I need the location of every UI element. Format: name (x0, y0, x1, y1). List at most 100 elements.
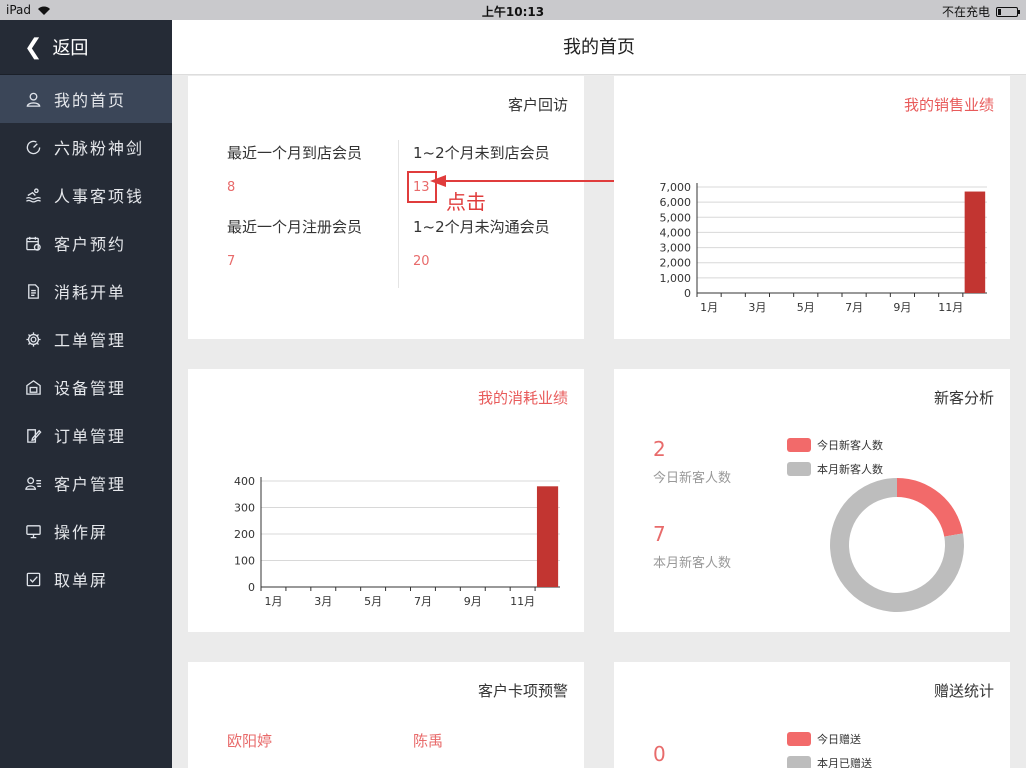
y-tick-label: 4,000 (660, 226, 692, 239)
visit-stat-label: 1~2个月未到店会员 (413, 144, 550, 162)
x-tick-label: 7月 (414, 595, 432, 608)
y-tick-label: 300 (234, 502, 255, 515)
x-tick-label: 1月 (700, 301, 718, 314)
back-button[interactable]: ❮ 返回 (0, 20, 172, 75)
document-icon (24, 282, 42, 300)
battery-icon (996, 6, 1020, 17)
charge-status: 不在充电 (941, 5, 990, 19)
sidebar-item-home[interactable]: 我的首页 (0, 75, 172, 123)
new-customer-card: 新客分析 2 今日新客人数 7 本月新客人数 今日新客人数 本月新客人数 (614, 369, 1010, 632)
customer-visit-card: 客户回访 最近一个月到店会员 8 1~2个月未到店会员 13 最近一个月注册会员… (188, 76, 584, 339)
visit-stat-label: 1~2个月未沟通会员 (413, 218, 550, 236)
sidebar-item-device[interactable]: 设备管理 (0, 363, 172, 411)
card-title: 客户卡项预警 (477, 682, 568, 700)
sidebar-item-label: 订单管理 (54, 427, 127, 446)
card-warning-card: 客户卡项预警 欧阳婷 陈禹 (188, 662, 584, 768)
legend-label: 本月已赠送 (817, 757, 872, 768)
visit-stat-label: 最近一个月注册会员 (227, 218, 363, 236)
sidebar-item-label: 取单屏 (54, 571, 109, 590)
sidebar-item-pickup-screen[interactable]: 取单屏 (0, 555, 172, 603)
warning-customer-name[interactable]: 陈禹 (413, 730, 443, 751)
new-customer-donut-chart (830, 478, 964, 612)
y-tick-label: 7,000 (660, 181, 692, 194)
annotation-arrow (430, 175, 620, 187)
bar (964, 191, 986, 293)
sidebar-item-label: 工单管理 (54, 331, 127, 350)
visit-stat-value[interactable]: 20 (413, 254, 430, 269)
sidebar-item-label: 客户预约 (54, 235, 127, 254)
calendar-icon (24, 234, 42, 252)
divider (398, 140, 399, 288)
sidebar-item-workorder[interactable]: 工单管理 (0, 315, 172, 363)
y-tick-label: 3,000 (660, 242, 692, 255)
sidebar-item-label: 六脉粉神剑 (54, 139, 145, 158)
x-tick-label: 3月 (314, 595, 332, 608)
donut-slice (897, 478, 963, 537)
customer-icon (24, 474, 42, 492)
gauge-icon (24, 138, 42, 156)
sidebar-item-label: 我的首页 (54, 91, 127, 110)
y-tick-label: 6,000 (660, 196, 692, 209)
sidebar-item-hr[interactable]: 人事客项钱 (0, 171, 172, 219)
sidebar-item-sword[interactable]: 六脉粉神剑 (0, 123, 172, 171)
y-tick-label: 5,000 (660, 211, 692, 224)
sidebar-item-label: 操作屏 (54, 523, 109, 542)
x-tick-label: 7月 (845, 301, 863, 314)
sales-chart-card: 我的销售业绩 0 1,000 2,000 3,000 4,000 5,000 6,000 7,… (614, 76, 1010, 339)
warning-customer-name[interactable]: 欧阳婷 (227, 730, 272, 751)
gift-stats-card: 赠送统计 0 今日赠送 本月已赠送 (614, 662, 1010, 768)
x-tick-label: 1月 (264, 595, 282, 608)
legend-label: 今日赠送 (817, 733, 861, 746)
checkbox-icon (24, 570, 42, 588)
monitor-icon (24, 522, 42, 540)
legend-item[interactable]: 今日赠送 (787, 731, 861, 747)
y-tick-label: 100 (234, 555, 255, 568)
card-title: 赠送统计 (933, 682, 994, 700)
status-time: 上午10:13 (481, 5, 545, 19)
visit-stat-label: 最近一个月到店会员 (227, 144, 363, 162)
x-tick-label: 5月 (364, 595, 382, 608)
edit-icon (24, 426, 42, 444)
y-tick-label: 200 (234, 528, 255, 541)
y-tick-label: 0 (684, 287, 691, 300)
sidebar-item-label: 设备管理 (54, 379, 127, 398)
user-icon (24, 90, 42, 108)
back-label: 返回 (52, 38, 89, 59)
sidebar-item-orders[interactable]: 订单管理 (0, 411, 172, 459)
sidebar-item-operation-screen[interactable]: 操作屏 (0, 507, 172, 555)
sidebar-item-consume-order[interactable]: 消耗开单 (0, 267, 172, 315)
card-title: 客户回访 (507, 96, 568, 114)
gift-today-value: 0 (653, 742, 666, 766)
consume-bar-chart: 0 100 200 300 400 1月 3月 5月 7月 9月 11月 (234, 475, 560, 608)
x-tick-label: 11月 (938, 301, 963, 314)
legend-swatch (787, 732, 811, 746)
sidebar-item-label: 人事客项钱 (54, 187, 145, 206)
y-tick-label: 0 (248, 581, 255, 594)
x-tick-label: 9月 (464, 595, 482, 608)
sidebar-item-customers[interactable]: 客户管理 (0, 459, 172, 507)
y-tick-label: 400 (234, 475, 255, 488)
gear-icon (24, 330, 42, 348)
consume-chart-card: 我的消耗业绩 0 100 200 300 400 1月 3月 5月 7月 9月 11月 (188, 369, 584, 632)
device-icon (24, 378, 42, 396)
swim-icon (24, 186, 42, 204)
sidebar-item-label: 客户管理 (54, 475, 127, 494)
x-tick-label: 9月 (893, 301, 911, 314)
x-tick-label: 5月 (797, 301, 815, 314)
sidebar: ❮ 返回 我的首页 六脉粉神剑 人事客项钱 客户预约 消耗开单 工单管理 设备管… (0, 20, 172, 768)
x-tick-label: 3月 (748, 301, 766, 314)
sales-bar-chart: 0 1,000 2,000 3,000 4,000 5,000 6,000 7,000 1月 3月… (660, 181, 987, 314)
y-tick-label: 2,000 (660, 257, 692, 270)
legend-item[interactable]: 本月已赠送 (787, 755, 872, 768)
visit-stat-value[interactable]: 7 (227, 254, 235, 269)
status-bar: iPad 上午10:13 不在充电 (0, 0, 1026, 20)
sidebar-item-appointment[interactable]: 客户预约 (0, 219, 172, 267)
bar (536, 486, 559, 587)
chevron-left-icon: ❮ (24, 34, 43, 60)
legend-swatch (787, 756, 811, 768)
x-tick-label: 11月 (510, 595, 535, 608)
page-title: 我的首页 (172, 20, 1026, 75)
visit-stat-value[interactable]: 8 (227, 180, 235, 195)
sidebar-item-label: 消耗开单 (54, 283, 127, 302)
y-tick-label: 1,000 (660, 272, 692, 285)
